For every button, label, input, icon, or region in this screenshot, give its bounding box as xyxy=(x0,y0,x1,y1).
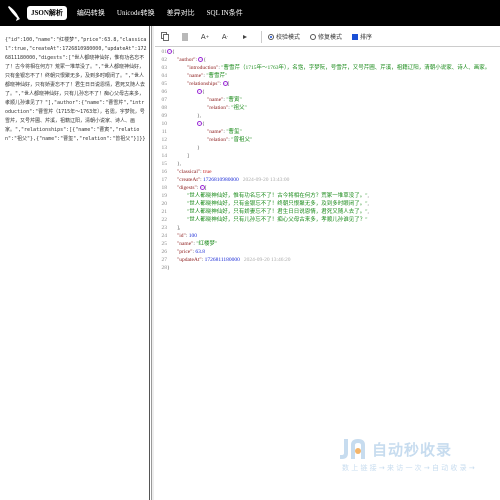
code-line: 05 "relationships": −[ xyxy=(161,81,230,87)
code-line: 01 −{ xyxy=(161,49,175,55)
code-line: 11 "name": "曹玺" xyxy=(161,129,242,135)
nav-tabs: JSON解析 编码转换 Unicode转换 差异对比 SQL IN条件 xyxy=(27,0,249,26)
code-line: 21 "世人都晓神仙好，只有娇妻忘不了！君生日日说恩情，君死又随人去了。", xyxy=(161,209,369,215)
radio-checked-icon[interactable] xyxy=(268,33,274,40)
code-line: 16 "classical": true xyxy=(161,169,212,175)
toolbar-divider xyxy=(261,30,262,43)
code-line: 10 −{ xyxy=(161,121,205,127)
option-validate-label: 校验模式 xyxy=(276,35,301,41)
code-line: 03 "introduction": "曹雪芹（1715年～1763年），名霑，字… xyxy=(161,65,491,71)
code-line: 20 "世人都晓神仙好，只有金银忘不了！终朝只恨聚无多，及到多时眼闭了。", xyxy=(161,201,369,207)
option-repair-label: 修复模式 xyxy=(318,35,343,41)
code-line: 14] xyxy=(161,153,189,159)
watermark-subtitle: 数 上 链 接 → 来 访 一 次 → 自 动 收 录 → xyxy=(342,464,475,472)
code-line: 22 "世人都晓神仙好，只有儿孙忘不了！痴心父母古来多，孝顺儿孙谁见了？" xyxy=(161,217,368,223)
format-icon[interactable] xyxy=(175,27,195,47)
tab-diff-compare[interactable]: 差异对比 xyxy=(161,0,201,26)
code-line: 07 "name": "曹寅" xyxy=(161,97,242,103)
code-line: 08 "relation": "祖父" xyxy=(161,105,247,111)
top-nav-bar: JSON解析 编码转换 Unicode转换 差异对比 SQL IN条件 xyxy=(0,0,500,26)
option-validate-mode[interactable]: 校验模式 xyxy=(268,32,300,41)
raw-json-text[interactable]: {"id":100,"name":"红楼梦","price":63.8,"cla… xyxy=(5,36,147,144)
panel-resize-handle[interactable] xyxy=(151,26,154,500)
code-line: 04 "name": "曹雪芹" xyxy=(161,73,228,79)
code-line: 25 "name": "红楼梦" xyxy=(161,241,218,247)
tab-sql-in[interactable]: SQL IN条件 xyxy=(201,0,249,26)
checkbox-checked-icon[interactable] xyxy=(352,33,359,40)
code-line: 26 "price": 63.8 xyxy=(161,249,206,255)
code-line: 23], xyxy=(161,225,181,231)
font-decrease-icon[interactable]: A- xyxy=(215,27,235,47)
option-sort[interactable]: 排序 xyxy=(352,32,372,41)
tab-json-parse[interactable]: JSON解析 xyxy=(27,6,67,20)
app-logo-icon[interactable] xyxy=(4,3,24,23)
site-watermark: 自动秒收录 数 上 链 接 → 来 访 一 次 → 自 动 收 录 → xyxy=(330,437,490,477)
code-line: 09}, xyxy=(161,113,202,119)
code-line: 15}, xyxy=(161,161,182,167)
code-line: 17 "createAt": 1726810980000 2024-09-20 13… xyxy=(161,177,290,183)
code-line: 02 "author": −{ xyxy=(161,57,207,63)
formatted-json-view[interactable]: 01 −{ 02 "author": −{ 03 "introduction": "曹… xyxy=(155,48,500,500)
code-line: 27 "updateAt": 1726811180000 2024-09-20 13… xyxy=(161,257,291,263)
font-increase-icon[interactable]: A + xyxy=(195,27,215,47)
code-line: 19 "世人都晓神仙好，惟有功名忘不了！古今将相在何方？荒冢一堆草没了。", xyxy=(161,193,369,199)
code-line: 18 "digests": −[ xyxy=(161,185,207,191)
copy-icon[interactable] xyxy=(155,27,175,47)
radio-unchecked-icon[interactable] xyxy=(310,33,317,40)
expand-icon[interactable] xyxy=(235,27,255,47)
tab-encoding-convert[interactable]: 编码转换 xyxy=(71,0,111,26)
code-line: 28} xyxy=(161,265,170,271)
code-line: 12 "relation": "曾祖父" xyxy=(161,137,253,143)
code-line: 13} xyxy=(161,145,200,151)
tab-unicode-convert[interactable]: Unicode转换 xyxy=(111,0,161,26)
code-line: 24 "id": 100 xyxy=(161,233,197,239)
editor-toolbar: A + A- 校验模式 修复模式 排序 xyxy=(155,27,500,47)
raw-json-input[interactable]: {"id":100,"name":"红楼梦","price":63.8,"cla… xyxy=(0,26,150,500)
watermark-logo-icon xyxy=(340,439,365,459)
watermark-title: 自动秒收录 xyxy=(372,441,453,459)
code-line: 06 −{ xyxy=(161,89,205,95)
option-repair-mode[interactable]: 修复模式 xyxy=(310,32,342,41)
option-sort-label: 排序 xyxy=(360,35,373,41)
